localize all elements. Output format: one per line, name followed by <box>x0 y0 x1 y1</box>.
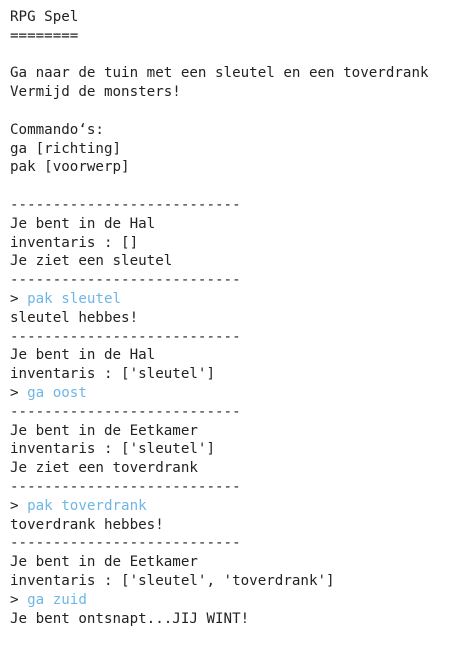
output-line: --------------------------- <box>10 478 241 495</box>
output-line: --------------------------- <box>10 535 241 552</box>
command-line: > ga oost <box>10 384 460 403</box>
prompt-symbol: > <box>10 384 28 401</box>
terminal-output: RPG Spel ======== Ga naar de tuin met een … <box>10 8 460 628</box>
output-line: ga [richting] <box>10 140 122 157</box>
command-line: > pak sleutel <box>10 290 460 309</box>
command-text: pak sleutel <box>27 290 122 307</box>
output-line: --------------------------- <box>10 272 241 289</box>
output-line: Je bent in de Eetkamer <box>10 554 198 571</box>
output-line: inventaris : ['sleutel', 'toverdrank'] <box>10 572 335 589</box>
command-text: pak toverdrank <box>27 497 147 514</box>
output-line: pak [voorwerp] <box>10 159 130 176</box>
output-line: Je bent in de Hal <box>10 215 156 232</box>
output-line: --------------------------- <box>10 403 241 420</box>
output-line: Vermijd de monsters! <box>10 84 181 101</box>
command-line: > pak toverdrank <box>10 497 460 516</box>
output-line: Je bent ontsnapt...JIJ WINT! <box>10 610 250 627</box>
output-line: Je ziet een sleutel <box>10 253 173 270</box>
output-line: inventaris : ['sleutel'] <box>10 366 215 383</box>
output-line: sleutel hebbes! <box>10 309 139 326</box>
output-line: inventaris : [] <box>10 234 139 251</box>
prompt-symbol: > <box>10 497 28 514</box>
output-line: RPG Spel <box>10 9 79 25</box>
output-line: Je ziet een toverdrank <box>10 460 198 477</box>
output-line: Ga naar de tuin met een sleutel en een t… <box>10 65 429 82</box>
output-line: Commando‘s: <box>10 121 104 138</box>
output-line: Je bent in de Eetkamer <box>10 422 198 439</box>
command-line: > ga zuid <box>10 591 460 610</box>
command-text: ga oost <box>27 384 87 401</box>
prompt-symbol: > <box>10 591 28 608</box>
output-line: --------------------------- <box>10 328 241 345</box>
output-line: inventaris : ['sleutel'] <box>10 441 215 458</box>
prompt-symbol: > <box>10 290 28 307</box>
command-text: ga zuid <box>27 591 87 608</box>
output-line: Je bent in de Hal <box>10 347 156 364</box>
output-line: toverdrank hebbes! <box>10 516 164 533</box>
output-line: --------------------------- <box>10 196 241 213</box>
output-line: ======== <box>10 27 79 44</box>
